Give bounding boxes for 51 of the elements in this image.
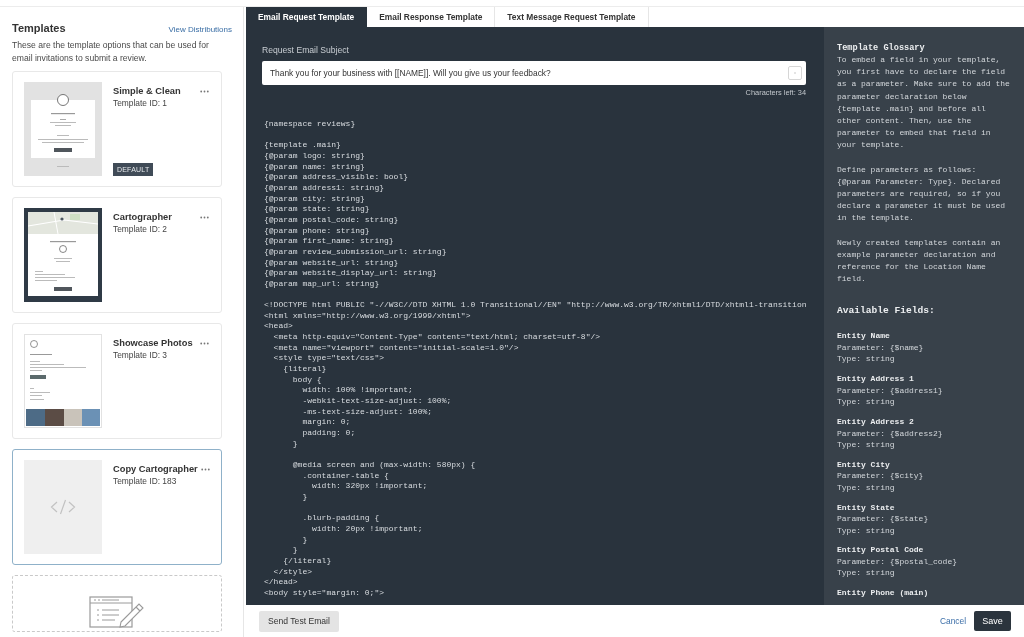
field-parameter: Parameter: {$state}: [837, 513, 929, 525]
field-name: Entity Address 2: [837, 416, 914, 428]
view-distributions-link[interactable]: View Distributions: [168, 25, 232, 34]
field-parameter: Parameter: {$name}: [837, 341, 924, 354]
sidebar-description: These are the template options that can be used for email invitations to submit a review.: [12, 39, 210, 64]
save-button[interactable]: Save: [974, 611, 1011, 631]
template-id: Template ID: 183: [113, 476, 177, 487]
template-card[interactable]: Cartographer Template ID: 2: [12, 197, 222, 313]
template-card[interactable]: Copy Cartographer Template ID: 183: [12, 449, 222, 565]
more-icon[interactable]: [200, 467, 210, 471]
field-name: Entity Name: [837, 330, 890, 342]
field-parameter: Parameter: {$address2}: [837, 427, 943, 440]
template-id: Template ID: 1: [113, 98, 167, 109]
field-name: Entity Phone (main): [837, 587, 929, 599]
sidebar-title: Templates: [12, 22, 66, 34]
glossary-title: Template Glossary: [837, 43, 925, 54]
template-name: Copy Cartographer: [113, 463, 198, 475]
subject-field[interactable]: Thank you for your business with [[NAME]]. Will you give us your feedback?: [262, 61, 806, 85]
glossary-paragraph: Newly created templates contain an example parameter declaration and reference for the Location Name field.: [837, 236, 1002, 286]
code-editor[interactable]: {namespace reviews} {template .main} {@param logo: string} {@param name: string} {@param address_visible: bool} {@param address1: string} {@param city: string} {@param state: string} {@param postal_code: string} {@param phone: string} {@param first_name: string} {@param review_submission_url: string} {@param website_url: string} {@param website_display_url: string} {@param map_url: string} <!DOCTYPE html PUBLIC "-//W3C//DTD XHTML 1.0 Transitional//EN" "http://www.w3.org/TR/xhtml1/DTD/xhtml1-transition <html xmlns="http://www.w3.org/1999/xhtml"> <head> <meta http-equiv="Content-Type" content="text/html; charset=utf-8"/> <meta name="viewport" content="initial-scale=1.0"/> <style type="text/css"> {literal} body { width: 100% !important; -webkit-text-size-adjust: 100%; -ms-text-size-adjust: 100%; margin: 0; padding: 0; } @media screen and (max-width: 580px) { .container-table { width: 320px !important; } .blurb-padding { width: 20px !important; } } {/literal} </style> </head> <body style="margin: 0;">: [264, 119, 806, 599]
document-pencil-icon: [89, 596, 145, 628]
field-name: Entity Postal Code: [837, 544, 924, 556]
glossary-paragraph: Define parameters as follows: {@param Parameter: Type}. Declared parameters are required, so if you declare a parameter it must be used in the template.: [837, 163, 1007, 225]
field-type: Type: string: [837, 481, 895, 494]
template-name: Showcase Photos: [113, 337, 193, 349]
field-type: Type: string: [837, 439, 895, 451]
field-parameter: Parameter: {$city}: [837, 470, 924, 482]
more-icon[interactable]: [200, 341, 209, 345]
field-type: Type: string: [837, 396, 895, 408]
cancel-link[interactable]: Cancel: [939, 616, 966, 626]
more-icon[interactable]: [200, 215, 209, 219]
field-name: Entity Address 1: [837, 373, 914, 385]
field-parameter: Parameter: {$postal_code}: [837, 555, 958, 568]
template-id: Template ID: 3: [113, 350, 167, 361]
field-type: Type: string: [837, 524, 895, 537]
field-type: Type: string: [837, 567, 895, 579]
code-icon: [50, 498, 76, 516]
field-name: Entity State: [837, 501, 895, 514]
more-icon[interactable]: [200, 89, 209, 93]
subject-label: Request Email Subject: [262, 45, 350, 56]
template-tab[interactable]: Email Request Template: [246, 7, 368, 27]
template-id: Template ID: 2: [113, 224, 167, 235]
field-parameter: Parameter: {$address1}: [837, 384, 943, 397]
template-name: Cartographer: [113, 211, 172, 223]
template-name: Simple & Clean: [113, 85, 181, 97]
send-test-email-button[interactable]: Send Test Email: [259, 610, 339, 632]
field-name: Entity City: [837, 458, 890, 471]
template-card[interactable]: Showcase Photos Template ID: 3: [12, 323, 222, 439]
field-type: Type: string: [837, 353, 895, 365]
glossary-paragraph: To embed a field in your template, you first have to declare the field as a parameter. Make sure to add the parameter declaration below {template .main} and before all other content. Then, use the parameter to embed that field in your template.: [837, 54, 1011, 152]
fields-heading: Available Fields:: [837, 304, 935, 318]
